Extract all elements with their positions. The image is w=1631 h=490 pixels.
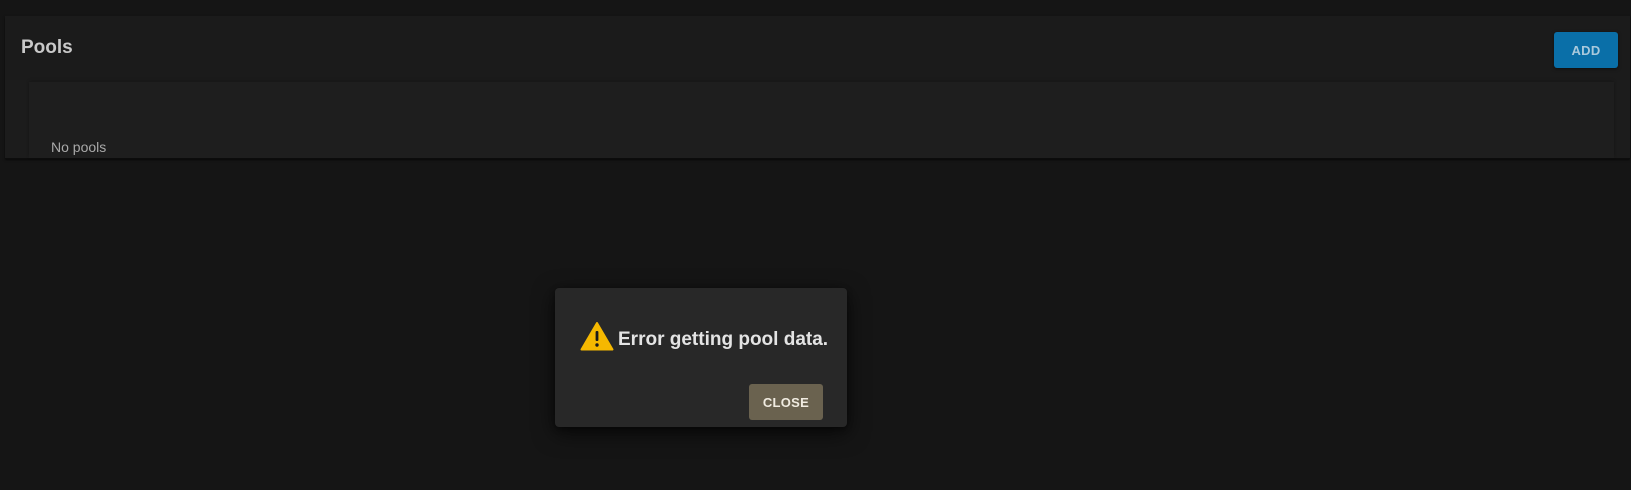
close-button[interactable]: CLOSE bbox=[749, 384, 823, 420]
pools-card: Pools ADD No pools bbox=[5, 16, 1630, 159]
error-dialog: Error getting pool data. CLOSE bbox=[555, 288, 847, 427]
pools-list: No pools bbox=[29, 82, 1614, 158]
page-title: Pools bbox=[21, 37, 73, 58]
pools-card-header: Pools ADD bbox=[5, 16, 1630, 80]
error-message: Error getting pool data. bbox=[618, 329, 829, 350]
warning-icon bbox=[580, 322, 614, 351]
empty-state-text: No pools bbox=[51, 139, 107, 155]
add-pool-button[interactable]: ADD bbox=[1554, 32, 1618, 68]
